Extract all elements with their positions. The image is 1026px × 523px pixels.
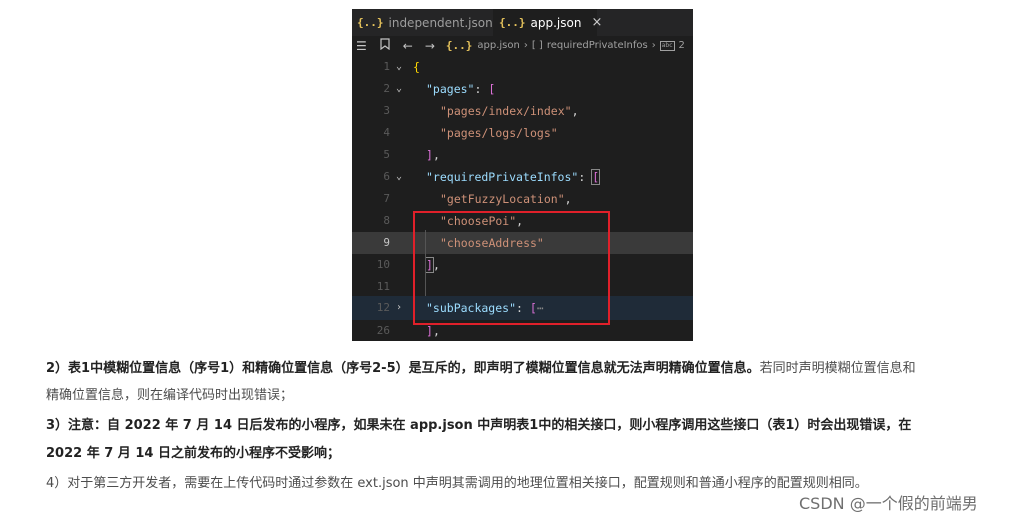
line-number: 6 [383, 170, 390, 183]
paragraph-2-rest: 若同时声明模糊位置信息和 [759, 361, 916, 376]
line-number: 26 [376, 324, 390, 337]
fold-open-icon[interactable]: ⌄ [396, 56, 402, 78]
code-text: "pages/logs/logs" [440, 122, 558, 144]
code-text: "getFuzzyLocation", [440, 192, 572, 206]
back-arrow-icon[interactable]: ← [403, 39, 413, 53]
json-file-icon: {..} [499, 16, 526, 29]
code-brace: { [413, 60, 420, 74]
code-editor-screenshot: {..} independent.json {..} app.json × ☰ … [352, 9, 693, 341]
fold-open-icon[interactable]: ⌄ [396, 78, 402, 100]
line-number: 1 [383, 60, 390, 73]
code-area[interactable]: 1 ⌄ { 2 ⌄ "pages": [ 3 "pages/index/inde… [352, 56, 693, 341]
paragraph-3-line1: 3）注意：自 2022 年 7 月 14 日后发布的小程序，如果未在 app.j… [46, 418, 912, 433]
breadcrumb-key-label: requiredPrivateInfos [546, 40, 648, 51]
paragraph-2-bold: 2）表1中模糊位置信息（序号1）和精确位置信息（序号2-5）是互斥的，即声明了模… [46, 361, 760, 376]
line-number: 9 [383, 236, 390, 249]
fold-open-icon[interactable]: ⌄ [396, 166, 402, 188]
line-number: 11 [376, 280, 390, 293]
line-number: 7 [383, 192, 390, 205]
list-icon[interactable]: ☰ [356, 39, 367, 53]
tab-label: independent.json [388, 15, 493, 30]
paragraph-3-line2-wrap: 2022 年 7 月 14 日之前发布的小程序不受影响； [46, 442, 1006, 465]
line-number: 4 [383, 126, 390, 139]
code-text: "pages": [ [426, 82, 496, 96]
tab-app-json[interactable]: {..} app.json × [493, 9, 602, 36]
csdn-watermark: CSDN @一个假的前端男 [799, 494, 978, 513]
json-string: "getFuzzyLocation" [440, 192, 565, 206]
code-text: "requiredPrivateInfos": [ [426, 169, 601, 185]
code-line: 7 "getFuzzyLocation", [352, 188, 693, 210]
line-number: 12 [376, 301, 390, 314]
paragraph-3-line2: 2022 年 7 月 14 日之前发布的小程序不受影响； [46, 446, 340, 461]
fold-closed-icon[interactable]: › [396, 296, 402, 320]
code-text: "pages/index/index", [440, 104, 579, 118]
tab-independent-json[interactable]: {..} independent.json [352, 9, 493, 36]
json-key: "requiredPrivateInfos" [426, 170, 579, 184]
breadcrumb-key[interactable]: [ ] requiredPrivateInfos [532, 40, 648, 51]
breadcrumb: ☰ ← → {..} app.json › [ ] requiredPrivat… [352, 36, 693, 55]
paragraph-2: 2）表1中模糊位置信息（序号1）和精确位置信息（序号2-5）是互斥的，即声明了模… [46, 357, 1006, 380]
line-number: 5 [383, 148, 390, 161]
close-icon[interactable]: × [591, 15, 602, 30]
json-string: "pages/logs/logs" [440, 126, 558, 140]
breadcrumb-file-label: app.json [477, 40, 520, 51]
chevron-right-icon: › [651, 40, 656, 51]
code-line: 4 "pages/logs/logs" [352, 122, 693, 144]
code-line: 3 "pages/index/index", [352, 100, 693, 122]
line-number: 2 [383, 82, 390, 95]
tab-label: app.json [530, 15, 582, 30]
highlight-annotation-box [413, 211, 610, 325]
json-string: "pages/index/index" [440, 104, 572, 118]
paragraph-2-line2: 精确位置信息，则在编译代码时出现错误； [46, 388, 294, 403]
chevron-right-icon: › [523, 40, 528, 51]
editor-tab-bar: {..} independent.json {..} app.json × [352, 9, 693, 36]
line-number: 8 [383, 214, 390, 227]
forward-arrow-icon[interactable]: → [425, 39, 435, 53]
breadcrumb-file[interactable]: {..} app.json [446, 39, 520, 52]
bookmark-icon[interactable] [380, 38, 390, 53]
string-icon: abc [659, 40, 675, 51]
code-line: 5 ], [352, 144, 693, 166]
json-key: "pages" [426, 82, 475, 96]
code-line: 6 ⌄ "requiredPrivateInfos": [ [352, 166, 693, 188]
breadcrumb-index-label: 2 [678, 40, 685, 51]
breadcrumb-index[interactable]: abc 2 [659, 40, 685, 51]
line-number: 10 [376, 258, 390, 271]
code-line: 1 ⌄ { [352, 56, 693, 78]
code-line: 2 ⌄ "pages": [ [352, 78, 693, 100]
array-icon: [ ] [531, 40, 543, 51]
json-file-icon: {..} [445, 39, 473, 52]
paragraph-3: 3）注意：自 2022 年 7 月 14 日后发布的小程序，如果未在 app.j… [46, 414, 1006, 437]
code-text: ], [426, 148, 440, 162]
json-file-icon: {..} [357, 16, 384, 29]
line-number: 3 [383, 104, 390, 117]
